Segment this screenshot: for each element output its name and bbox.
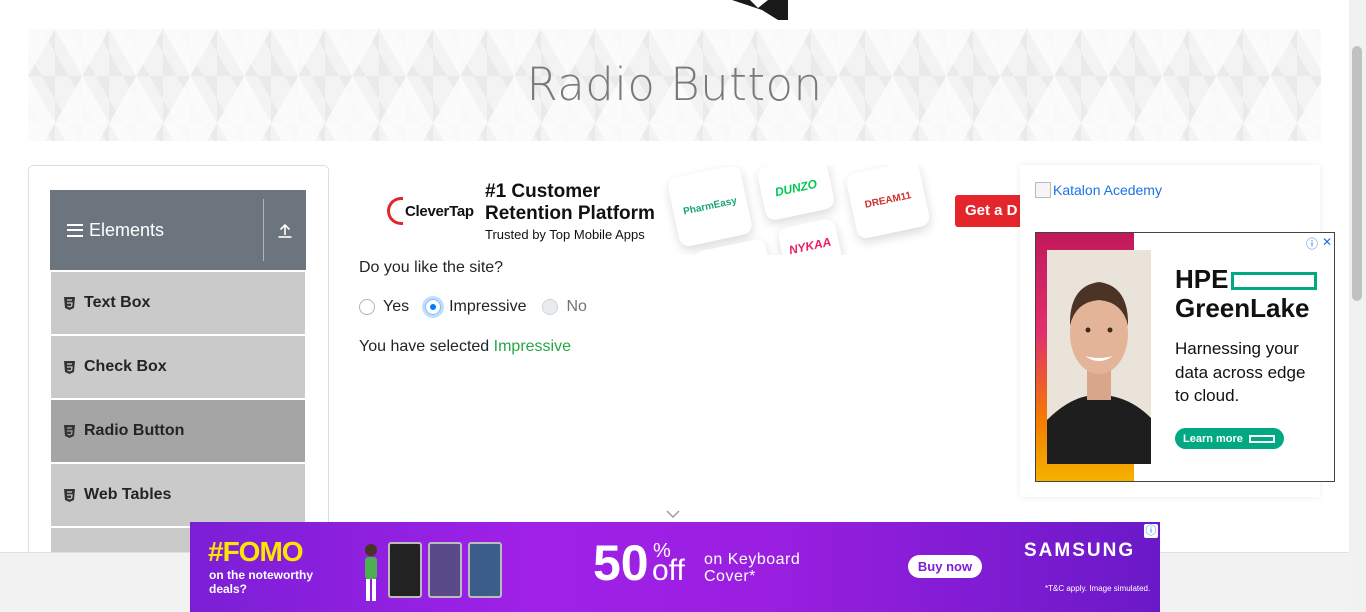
sidebar-item-radio-button[interactable]: Radio Button: [51, 400, 305, 462]
ad-headline-line1: #1 Customer: [485, 181, 601, 202]
chevron-down-icon[interactable]: [666, 509, 680, 519]
html5-icon: [64, 296, 75, 310]
radio-option-impressive[interactable]: Impressive: [425, 298, 526, 316]
ad-close-icon[interactable]: ✕: [1322, 235, 1332, 249]
scrollbar-thumb[interactable]: [1352, 46, 1362, 301]
group-title-label: Elements: [89, 219, 165, 240]
hpe-cta-label: Learn more: [1183, 432, 1243, 445]
ad-headline: #1 Customer Retention Platform: [485, 181, 655, 225]
hpe-learn-more-button[interactable]: Learn more: [1175, 428, 1284, 449]
upload-icon: [278, 223, 292, 238]
result-prefix: You have selected: [359, 338, 490, 355]
hamburger-icon: [67, 223, 83, 237]
sidebar-item-label: Text Box: [84, 294, 151, 311]
broken-image-icon: [1035, 182, 1051, 198]
radio-group: Yes Impressive No: [359, 298, 603, 316]
collapse-button[interactable]: [264, 190, 306, 270]
ad-tile-pharmeasy: PharmEasy: [666, 165, 754, 248]
hpe-logo: HPE GreenLake: [1175, 264, 1318, 323]
samsung-ad[interactable]: #FOMO on the noteworthy deals? 50 % off …: [190, 522, 1160, 612]
tablet-image: [468, 542, 502, 598]
person-figure-icon: [365, 544, 377, 601]
sidebar-item-label: Check Box: [84, 358, 167, 375]
yes-radio[interactable]: [359, 299, 375, 315]
fomo-subline: on the noteworthy deals?: [209, 568, 313, 596]
result-value: Impressive: [493, 338, 571, 355]
page-title: Radio Button: [526, 58, 823, 111]
hpe-logo-line1: HPE: [1175, 264, 1229, 294]
tablet-images: [360, 542, 502, 602]
sidebar-item-label: Radio Button: [84, 422, 185, 439]
clevertap-ad[interactable]: CleverTap #1 Customer Retention Platform…: [359, 165, 1020, 255]
sidebar-item-text-box[interactable]: Text Box: [51, 272, 305, 334]
ad-headline-line2: Retention Platform: [485, 203, 655, 224]
tablet-image: [388, 542, 422, 598]
yes-radio-label[interactable]: Yes: [383, 298, 409, 316]
clevertap-logo: CleverTap: [387, 197, 474, 225]
ad-info-icon[interactable]: ⓘ: [1144, 524, 1158, 538]
ad-tile-dunzo: DUNZO: [756, 165, 836, 222]
product-line2: Cover*: [704, 568, 756, 585]
ad-info-icon[interactable]: ⓘ: [1306, 235, 1318, 252]
katalon-alt-text: Katalon Acedemy: [1053, 182, 1162, 198]
radio-question: Do you like the site?: [359, 259, 504, 276]
hpe-greenlake-ad[interactable]: HPE GreenLake Harnessing your data acros…: [1035, 232, 1335, 482]
hpe-element-icon: [1231, 272, 1318, 291]
ad-tile-dream11: DREAM11: [844, 165, 932, 240]
katalon-ad-link[interactable]: Katalon Acedemy: [1035, 182, 1162, 198]
clevertap-ring-icon: [387, 197, 403, 225]
tablet-image: [428, 542, 462, 598]
hpe-body-text: Harnessing your data across edge to clou…: [1175, 337, 1305, 408]
selection-result: You have selected Impressive: [359, 338, 571, 356]
ad-tile-nykaa: NYKAA: [776, 217, 844, 255]
hpe-text-line1: Harnessing your: [1175, 339, 1299, 358]
html5-icon: [64, 360, 75, 374]
no-radio-label: No: [566, 298, 587, 315]
page: Radio Button Elements Text Box Check Box…: [0, 0, 1366, 612]
radio-option-yes[interactable]: Yes: [359, 298, 409, 316]
page-scrollbar[interactable]: [1349, 0, 1366, 612]
impressive-radio-label[interactable]: Impressive: [449, 298, 526, 316]
ad-cta-button[interactable]: Get a D: [955, 195, 1020, 227]
fomo-sub-line1: on the noteworthy: [209, 568, 313, 582]
no-radio: [542, 299, 559, 315]
hpe-cta-element-icon: [1248, 434, 1275, 443]
clevertap-brand: CleverTap: [405, 202, 474, 220]
fomo-sub-line2: deals?: [209, 582, 248, 596]
site-logo-fragment[interactable]: [728, 0, 792, 20]
hpe-person-photo: [1047, 250, 1151, 464]
discount-off: off: [652, 554, 685, 587]
fomo-heading: #FOMO: [208, 536, 304, 567]
radio-option-no: No: [542, 298, 587, 316]
sidebar-item-web-tables[interactable]: Web Tables: [51, 464, 305, 526]
hpe-logo-line2: GreenLake: [1175, 293, 1310, 323]
hpe-text-line3: to cloud.: [1175, 386, 1240, 405]
discount-percent: 50: [593, 535, 649, 591]
group-title: Elements: [50, 220, 263, 241]
html5-icon: [64, 488, 75, 502]
sidebar-item-check-box[interactable]: Check Box: [51, 336, 305, 398]
html5-icon: [64, 424, 75, 438]
samsung-logo: SAMSUNG: [1024, 540, 1136, 561]
product-text: on Keyboard Cover*: [704, 551, 800, 585]
page-banner: Radio Button: [28, 29, 1321, 141]
impressive-radio[interactable]: [425, 299, 442, 315]
elements-group-header[interactable]: Elements: [50, 190, 306, 270]
product-line1: on Keyboard: [704, 551, 801, 568]
sidebar-item-label: Web Tables: [84, 486, 172, 503]
ad-subline: Trusted by Top Mobile Apps: [485, 227, 645, 242]
ad-disclaimer: *T&C apply. Image simulated.: [1045, 584, 1151, 593]
buy-now-button[interactable]: Buy now: [908, 555, 982, 578]
hpe-text-line2: data across edge: [1175, 362, 1306, 382]
